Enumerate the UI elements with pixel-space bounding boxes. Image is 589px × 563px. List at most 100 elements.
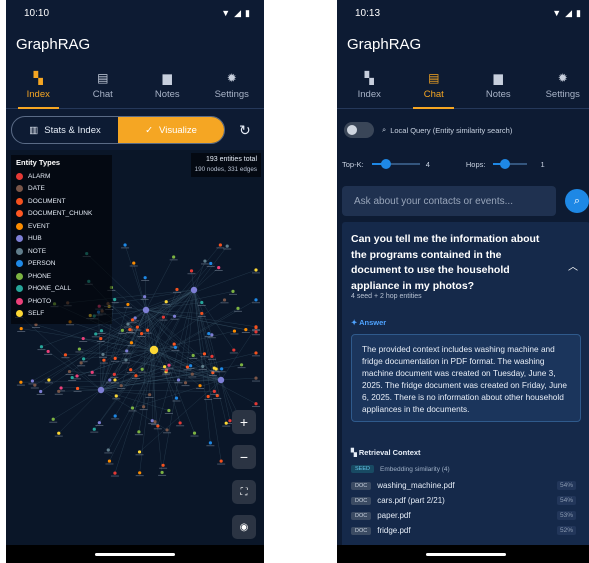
graph-node[interactable]: [126, 322, 130, 326]
graph-node[interactable]: [244, 327, 248, 332]
doc-row[interactable]: DOC cars.pdf (part 2/21) 54%: [351, 496, 576, 505]
graph-node[interactable]: [79, 361, 83, 365]
graph-node[interactable]: [130, 318, 135, 322]
graph-node[interactable]: [57, 431, 61, 435]
graph-node[interactable]: [207, 332, 211, 336]
graph-node[interactable]: [63, 353, 68, 357]
graph-node[interactable]: [129, 341, 134, 345]
graph-node[interactable]: [70, 376, 74, 380]
graph-node[interactable]: [135, 325, 139, 329]
hub-node[interactable]: [190, 286, 198, 294]
graph-node[interactable]: [236, 306, 240, 310]
graph-node[interactable]: [192, 431, 197, 435]
topk-slider[interactable]: [371, 158, 420, 170]
graph-node[interactable]: [132, 261, 136, 265]
graph-node[interactable]: [137, 430, 141, 434]
refresh-icon[interactable]: ↻: [239, 122, 251, 139]
hub-node[interactable]: [97, 386, 105, 394]
graph-node[interactable]: [183, 381, 188, 385]
graph-node[interactable]: [210, 354, 214, 358]
graph-node[interactable]: [188, 364, 193, 368]
graph-node[interactable]: [231, 289, 235, 294]
graph-node[interactable]: [206, 394, 210, 399]
graph-node[interactable]: [209, 261, 213, 266]
graph-node[interactable]: [222, 298, 227, 302]
graph-node[interactable]: [134, 374, 138, 378]
graph-node[interactable]: [133, 316, 137, 320]
graph-node[interactable]: [200, 311, 204, 316]
graph-node[interactable]: [167, 363, 171, 367]
graph-node[interactable]: [97, 421, 101, 425]
graph-node[interactable]: [208, 441, 212, 445]
graph-node[interactable]: [220, 367, 224, 371]
graph-node[interactable]: [129, 368, 133, 372]
graph-node[interactable]: [82, 357, 86, 361]
graph-node[interactable]: [99, 337, 103, 341]
graph-node[interactable]: [140, 367, 144, 371]
graph-node[interactable]: [161, 315, 166, 319]
graph-node[interactable]: [178, 421, 182, 425]
visualize-button[interactable]: ✓ Visualize: [118, 117, 224, 143]
graph-node[interactable]: [148, 393, 152, 397]
graph-node[interactable]: [140, 332, 144, 336]
tab-index[interactable]: ▚ Index: [6, 62, 71, 109]
graph-node[interactable]: [254, 351, 258, 355]
chevron-up-icon[interactable]: ︿: [568, 258, 578, 273]
graph-node[interactable]: [67, 369, 72, 374]
graph-node[interactable]: [198, 384, 202, 388]
graph-node[interactable]: [210, 333, 214, 337]
graph-node[interactable]: [164, 368, 169, 372]
graph-node[interactable]: [172, 342, 176, 346]
graph-canvas[interactable]: Entity Types ALARM DATE DOCUMENT DOCUMENT_C…: [6, 150, 264, 545]
graph-node[interactable]: [153, 420, 157, 424]
home-indicator[interactable]: [95, 552, 175, 556]
graph-node[interactable]: [112, 372, 116, 377]
graph-node[interactable]: [202, 352, 207, 356]
graph-node[interactable]: [33, 383, 37, 387]
graph-node[interactable]: [189, 269, 194, 273]
graph-node[interactable]: [113, 297, 117, 302]
graph-node[interactable]: [19, 326, 23, 331]
slider-thumb[interactable]: [500, 159, 511, 169]
chat-input[interactable]: [342, 186, 556, 216]
slider-thumb[interactable]: [380, 159, 391, 169]
tab-notes[interactable]: ▆ Notes: [135, 62, 200, 108]
fit-view-button[interactable]: ⛶: [232, 480, 256, 504]
home-indicator[interactable]: [426, 552, 506, 556]
graph-node[interactable]: [212, 366, 216, 370]
graph-node[interactable]: [125, 349, 129, 353]
graph-node[interactable]: [143, 295, 147, 299]
graph-node[interactable]: [113, 471, 117, 475]
graph-node[interactable]: [39, 389, 43, 394]
tab-chat[interactable]: ▤ Chat: [71, 62, 136, 108]
graph-node[interactable]: [254, 402, 258, 406]
graph-node[interactable]: [94, 332, 98, 336]
graph-node[interactable]: [217, 266, 221, 270]
graph-node[interactable]: [172, 314, 177, 318]
graph-node[interactable]: [75, 386, 80, 391]
doc-row[interactable]: DOC washing_machine.pdf 54%: [351, 481, 576, 490]
graph-node[interactable]: [185, 365, 190, 369]
doc-row[interactable]: DOC paper.pdf 53%: [351, 511, 576, 520]
zoom-out-button[interactable]: −: [232, 445, 256, 469]
graph-node[interactable]: [165, 428, 169, 432]
graph-node[interactable]: [212, 389, 216, 394]
graph-node[interactable]: [142, 405, 146, 409]
graph-node[interactable]: [113, 414, 117, 418]
graph-node[interactable]: [225, 244, 229, 248]
graph-node[interactable]: [30, 379, 35, 383]
graph-node[interactable]: [113, 378, 117, 382]
graph-node[interactable]: [126, 302, 130, 307]
tab-notes[interactable]: ▆ Notes: [466, 62, 531, 108]
center-focus-button[interactable]: ◉: [232, 515, 256, 539]
graph-node[interactable]: [123, 243, 127, 247]
tab-settings[interactable]: ✹ Settings: [531, 62, 589, 108]
graph-node[interactable]: [190, 372, 194, 376]
graph-node[interactable]: [102, 358, 106, 362]
graph-node[interactable]: [106, 448, 110, 452]
graph-node[interactable]: [218, 243, 222, 247]
graph-node[interactable]: [164, 300, 168, 304]
graph-node[interactable]: [81, 336, 85, 341]
tab-settings[interactable]: ✹ Settings: [200, 62, 265, 108]
graph-node[interactable]: [254, 298, 258, 302]
